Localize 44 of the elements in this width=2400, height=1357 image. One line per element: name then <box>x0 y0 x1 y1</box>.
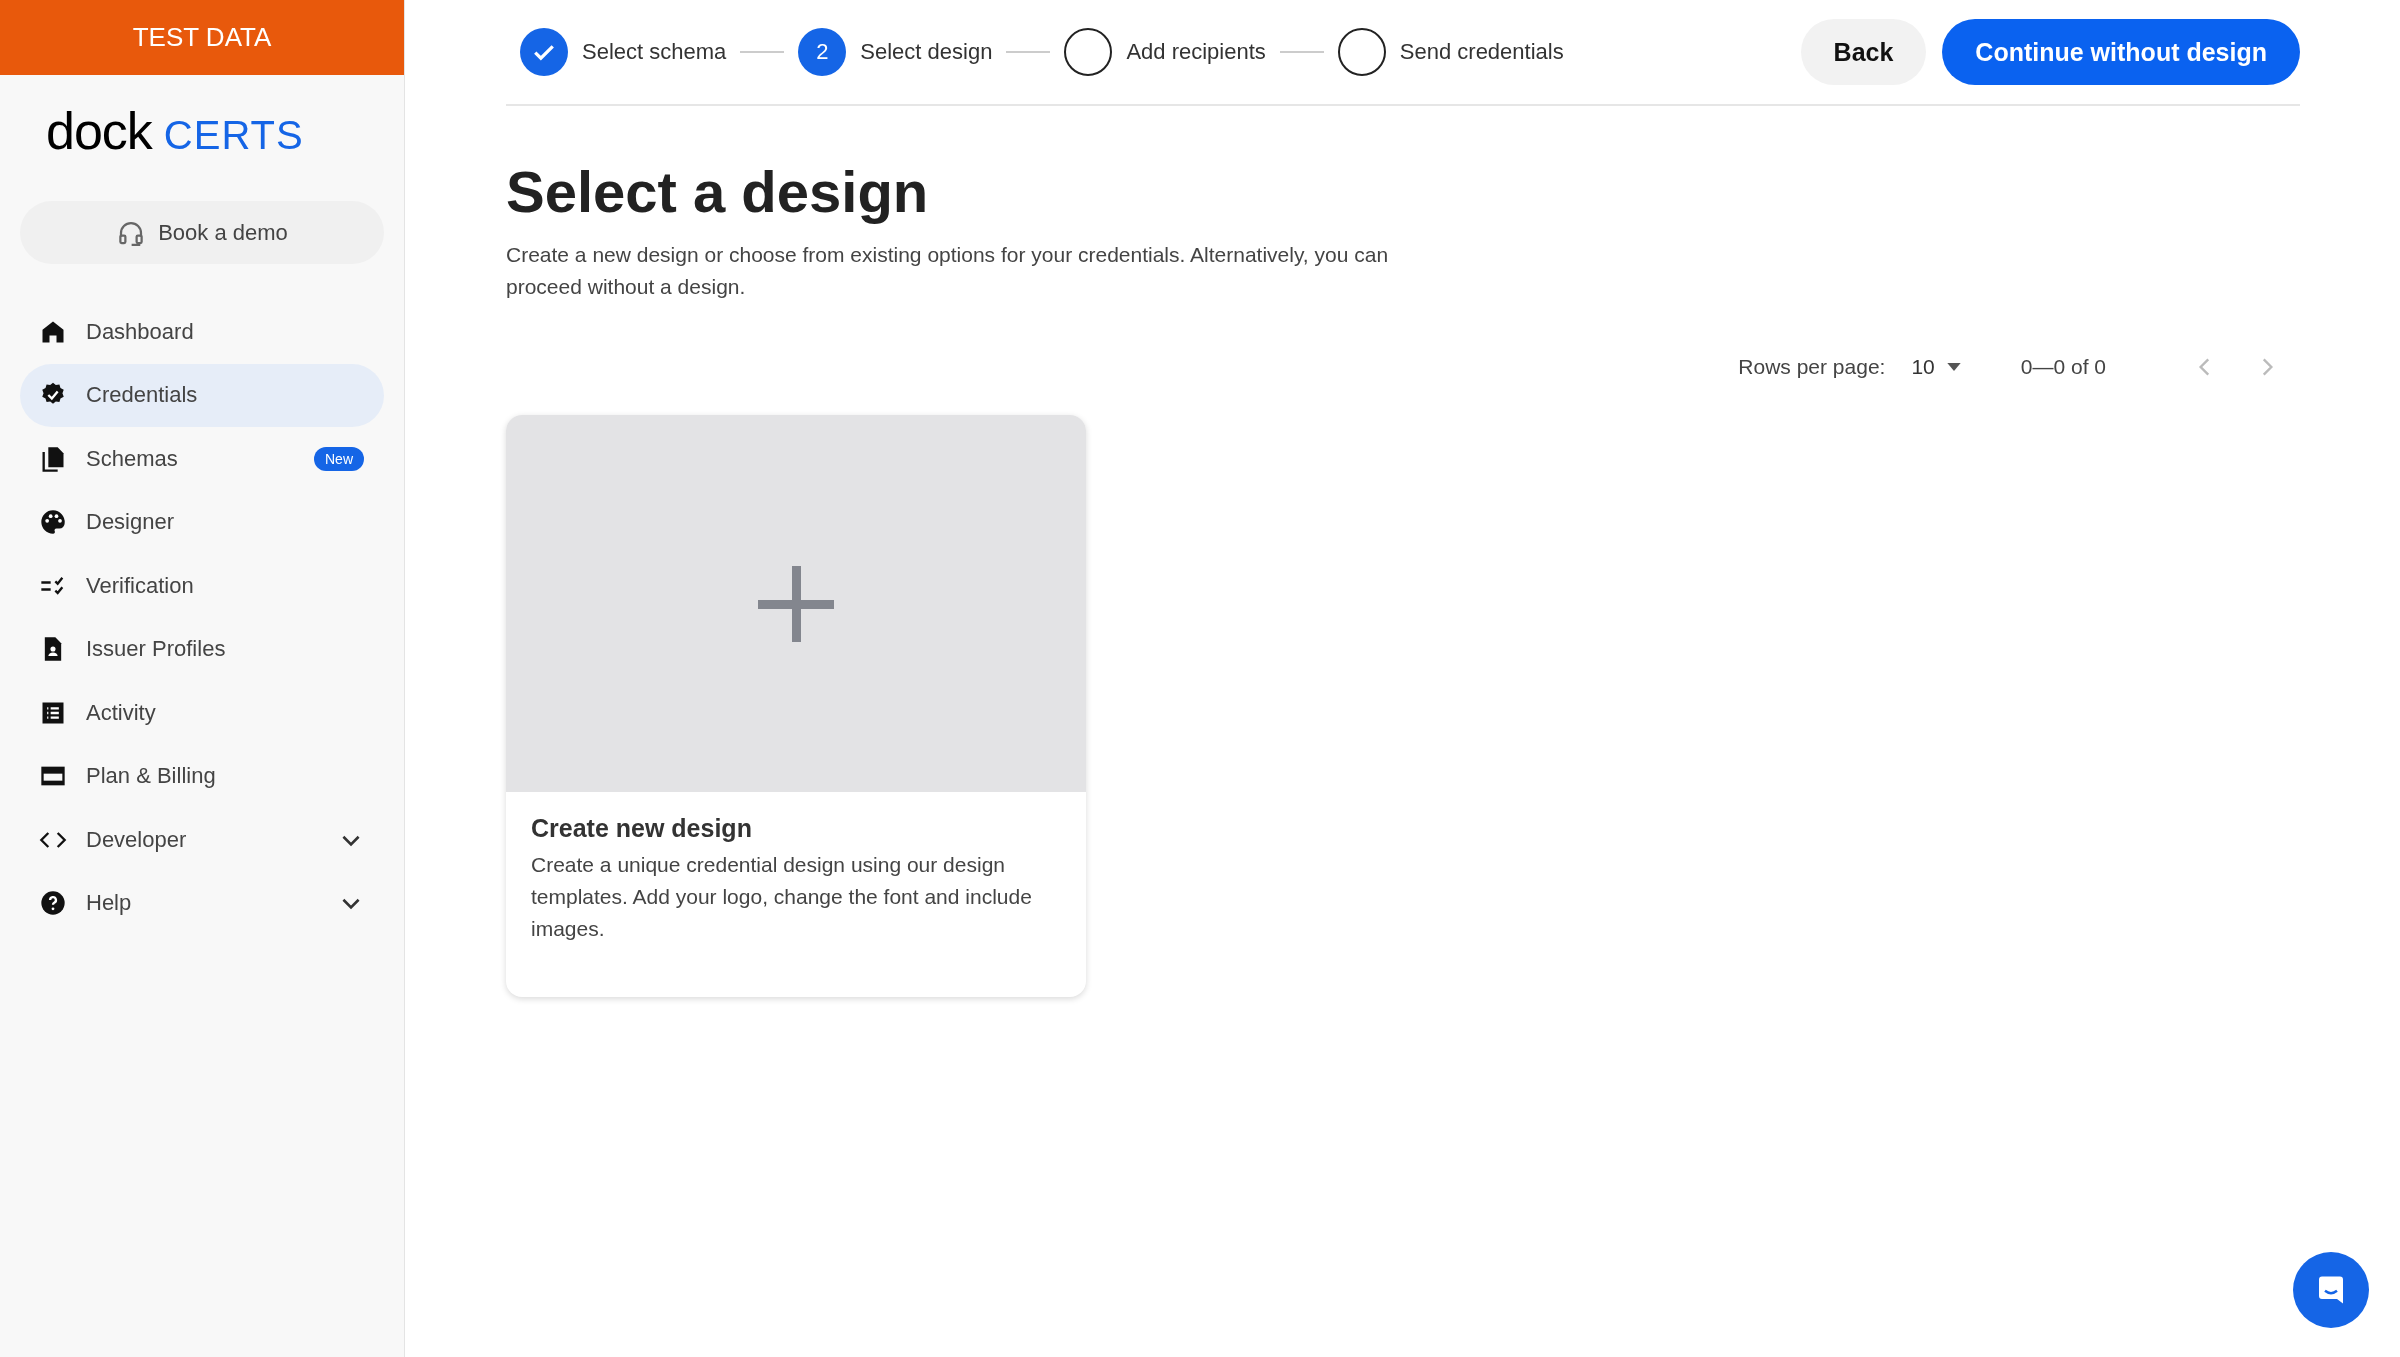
page-title: Select a design <box>506 158 930 225</box>
nav-label: Issuer Profiles <box>86 636 227 663</box>
nav-label: Credentials <box>86 382 199 409</box>
caret-icon <box>1946 363 1961 371</box>
nav-label: Help <box>86 890 133 917</box>
nav-label: Designer <box>86 509 176 536</box>
nav-label: Activity <box>86 699 157 726</box>
page-description: Create a new design or choose from existing options for your credentials. Alternatively, you can proceed without a design. <box>506 242 1390 300</box>
nav-label: Plan & Billing <box>86 763 217 790</box>
nav-label: Schemas <box>86 445 179 472</box>
nav-label: Developer <box>86 826 188 853</box>
nav-item[interactable]: Schemas New <box>20 427 384 491</box>
nav-item[interactable]: Credentials <box>20 363 384 427</box>
nav-label: Dashboard <box>86 318 195 345</box>
nav-item[interactable]: Dashboard <box>20 300 384 364</box>
continue-button[interactable]: Continue without design <box>1942 19 2300 85</box>
step-label: Select schema <box>582 39 727 65</box>
step-label: Send credentials <box>1399 39 1564 65</box>
plus-icon <box>758 565 834 642</box>
help-icon <box>39 889 67 918</box>
nav-item[interactable]: Plan & Billing <box>20 744 384 808</box>
logo-wordmark: dock <box>46 101 152 161</box>
page-range: 0—0 of 0 <box>2020 355 2106 379</box>
design-card[interactable]: Create new design Create a unique credential design using our design templates. Add your logo, change the font and include images. <box>506 415 1086 997</box>
step-label: Select design <box>860 39 993 65</box>
step-label: Add recipients <box>1126 39 1266 65</box>
rows-per-page-select[interactable]: 10 <box>1911 355 1961 379</box>
nav-item[interactable]: Activity <box>20 681 384 745</box>
nav-item[interactable]: Issuer Profiles <box>20 617 384 681</box>
logo-product-name: CERTS <box>163 113 304 158</box>
nav-label: Verification <box>86 572 195 599</box>
card-description: Create a unique credential design using our design templates. Add your logo, change the font and include images. <box>531 852 1033 942</box>
nav-item[interactable]: Help <box>20 871 384 935</box>
test-data-banner: TEST DATA <box>0 0 404 75</box>
nav-item[interactable]: Designer <box>20 490 384 554</box>
nav-item[interactable]: Verification <box>20 554 384 618</box>
back-button[interactable]: Back <box>1800 19 1927 85</box>
new-badge: New <box>314 446 364 471</box>
card-title: Create new design <box>531 814 753 843</box>
palette-icon <box>39 508 67 537</box>
rows-per-page-label: Rows per page: <box>1738 355 1886 379</box>
book-demo-button[interactable]: Book a demo <box>20 201 384 264</box>
nav-item[interactable]: Developer <box>20 808 384 872</box>
step-indicator: 2 <box>798 28 847 76</box>
